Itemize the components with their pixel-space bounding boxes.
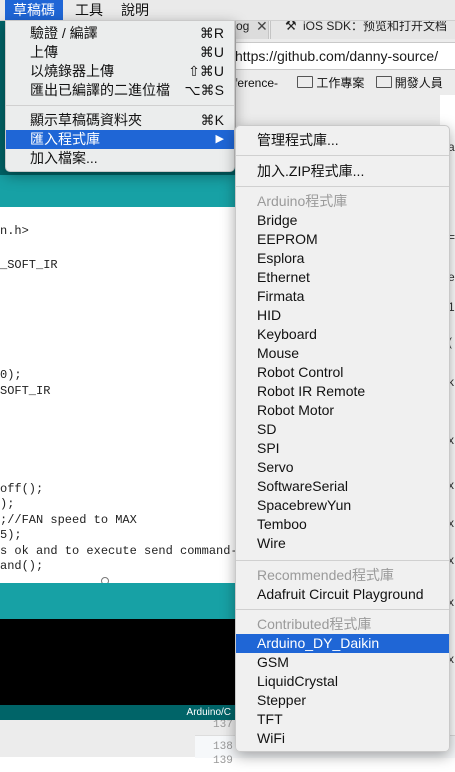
code-line: ;//FAN speed to MAX	[0, 513, 137, 527]
menu-item-add-file[interactable]: 加入檔案...	[6, 149, 234, 168]
section-header-contributed: Contributed程式庫	[257, 616, 372, 632]
code-line: SOFT_IR	[0, 384, 51, 398]
ide-console	[0, 619, 235, 705]
menu-separator	[6, 105, 234, 106]
menu-item-verify[interactable]: 驗證 / 編譯 ⌘R	[6, 24, 234, 43]
menu-item-export-binary[interactable]: 匯出已編譯的二進位檔 ⌥⌘S	[6, 81, 234, 100]
bookmark-folder-work[interactable]: 工作專案	[297, 76, 364, 90]
library-item[interactable]: HID	[236, 306, 449, 325]
library-item[interactable]: Adafruit Circuit Playground	[236, 585, 449, 604]
library-item[interactable]: EEPROM	[236, 230, 449, 249]
code-editor[interactable]: n.h> _SOFT_IR 0); SOFT_IR off(); ); ;//F…	[0, 207, 235, 580]
library-item[interactable]: GSM	[236, 653, 449, 672]
library-submenu: 管理程式庫... 加入.ZIP程式庫... Arduino程式庫 Bridge E…	[235, 125, 450, 752]
menu-item-manage-libraries[interactable]: 管理程式庫...	[236, 131, 449, 150]
menu-item-upload[interactable]: 上傳 ⌘U	[6, 43, 234, 62]
menu-separator	[236, 186, 449, 187]
library-item[interactable]: Stepper	[236, 691, 449, 710]
bookmark-item[interactable]: ference-	[234, 76, 278, 90]
library-item[interactable]: WiFi	[236, 729, 449, 748]
menu-separator	[236, 609, 449, 610]
section-header-recommended: Recommended程式庫	[257, 567, 394, 583]
library-item[interactable]: SPI	[236, 439, 449, 458]
code-line: _SOFT_IR	[0, 258, 58, 272]
url-bar[interactable]: https://github.com/danny-source/	[234, 42, 455, 70]
code-line: 0);	[0, 368, 22, 382]
folder-icon	[297, 76, 314, 88]
library-item[interactable]: Ethernet	[236, 268, 449, 287]
menu-tools[interactable]: 工具	[67, 0, 111, 20]
menu-sketch[interactable]: 草稿碼	[5, 0, 63, 20]
ide-status-bar	[0, 583, 235, 619]
code-line: s ok and to execute send command--	[0, 544, 235, 558]
code-line: n.h>	[0, 224, 29, 238]
library-item[interactable]: Esplora	[236, 249, 449, 268]
library-item[interactable]: Temboo	[236, 515, 449, 534]
menu-separator	[236, 155, 449, 156]
library-item[interactable]: Robot IR Remote	[236, 382, 449, 401]
menu-separator	[236, 560, 449, 561]
bookmark-folder-dev[interactable]: 開發人員	[375, 76, 443, 90]
library-item[interactable]: Arduino_DY_Daikin	[236, 634, 449, 653]
sketch-menu: 驗證 / 編譯 ⌘R 上傳 ⌘U 以燒錄器上傳 ⇧⌘U 匯出已編譯的二進位檔 ⌥⌘S 顯…	[5, 20, 235, 172]
menu-help[interactable]: 說明	[113, 0, 157, 20]
bookmarks-bar: ference- 工作專案 開發人員	[234, 72, 455, 94]
menu-item-include-library[interactable]: 匯入程式庫 ▶	[6, 130, 234, 149]
menu-item-add-zip[interactable]: 加入.ZIP程式庫...	[236, 162, 449, 181]
library-item[interactable]: SD	[236, 420, 449, 439]
ide-tab-bar	[0, 175, 235, 207]
library-item[interactable]: Firmata	[236, 287, 449, 306]
library-item[interactable]: Keyboard	[236, 325, 449, 344]
ide-footer: Arduino/C	[0, 705, 235, 720]
library-item[interactable]: Wire	[236, 534, 449, 553]
menu-item-upload-programmer[interactable]: 以燒錄器上傳 ⇧⌘U	[6, 62, 234, 81]
folder-icon	[375, 76, 392, 88]
library-item[interactable]: SoftwareSerial	[236, 477, 449, 496]
library-item[interactable]: TFT	[236, 710, 449, 729]
menu-item-show-sketch-folder[interactable]: 顯示草稿碼資料夾 ⌘K	[6, 111, 234, 130]
library-item[interactable]: SpacebrewYun	[236, 496, 449, 515]
library-item[interactable]: Robot Control	[236, 363, 449, 382]
url-text: https://github.com/danny-source/	[235, 48, 439, 64]
library-item[interactable]: Bridge	[236, 211, 449, 230]
library-item[interactable]: Mouse	[236, 344, 449, 363]
library-item[interactable]: LiquidCrystal	[236, 672, 449, 691]
code-line: 5);	[0, 528, 22, 542]
library-item[interactable]: Servo	[236, 458, 449, 477]
code-line: off();	[0, 482, 44, 496]
menu-bar: 草稿碼 工具 說明	[0, 0, 455, 21]
code-line: and();	[0, 559, 44, 573]
section-header-arduino: Arduino程式庫	[257, 193, 348, 209]
library-item[interactable]: Robot Motor	[236, 401, 449, 420]
chevron-right-icon: ▶	[215, 133, 224, 145]
code-line: );	[0, 497, 15, 511]
